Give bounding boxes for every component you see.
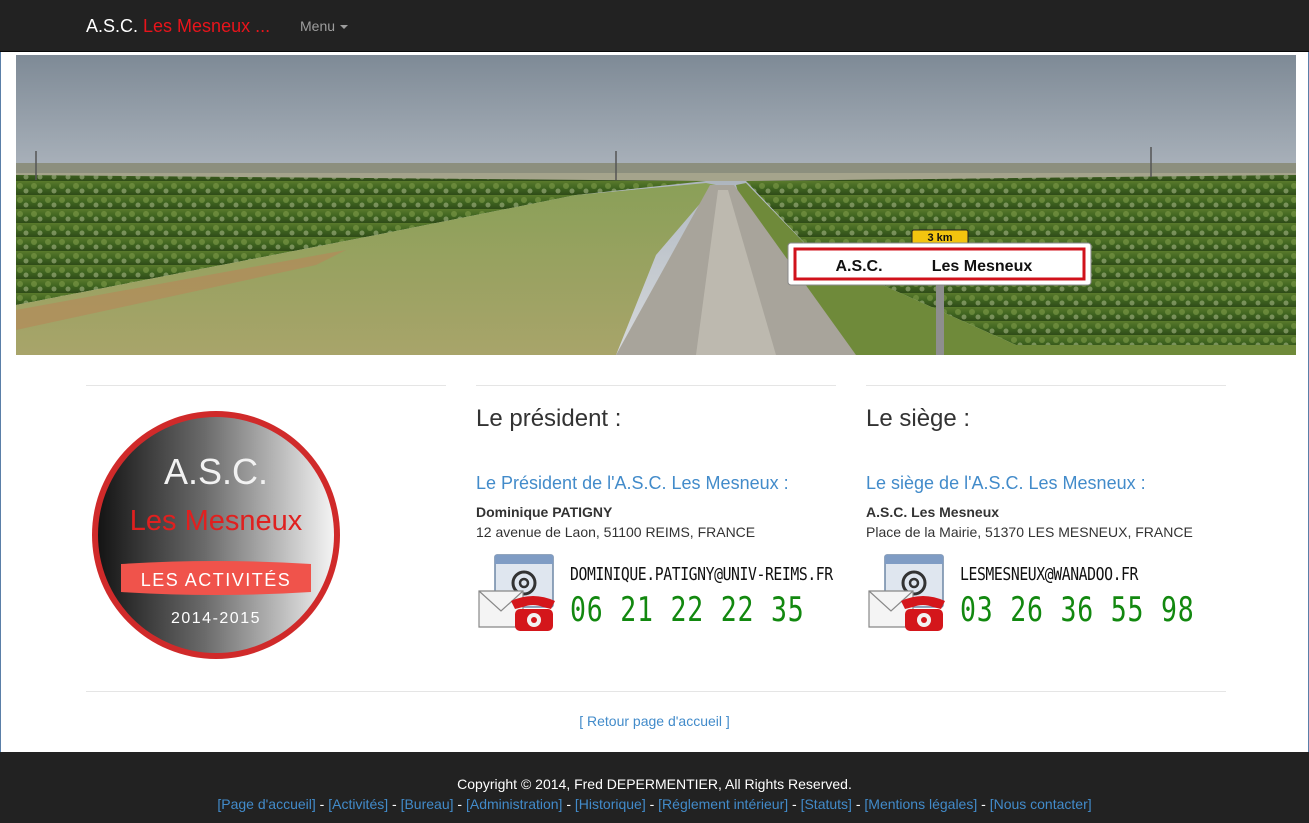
footer-link-historique[interactable]: [Historique] bbox=[575, 796, 646, 812]
siege-email[interactable]: LESMESNEUX@WANADOO.FR bbox=[960, 564, 1138, 585]
brand-highlight: Les Mesneux ... bbox=[143, 16, 271, 36]
footer-link-activites[interactable]: [Activités] bbox=[328, 796, 388, 812]
footer-separator: - bbox=[977, 796, 990, 812]
siege-address: Place de la Mairie, 51370 LES MESNEUX, F… bbox=[866, 524, 1193, 540]
divider bbox=[866, 385, 1226, 386]
footer-separator: - bbox=[645, 796, 659, 812]
header-banner: 3 km A.S.C. Les Mesneux bbox=[16, 55, 1296, 355]
footer-link-reglement[interactable]: [Réglement intérieur] bbox=[658, 796, 788, 812]
sign-text-left: A.S.C. bbox=[835, 258, 882, 275]
footer-separator: - bbox=[562, 796, 575, 812]
president-subtitle: Le Président de l'A.S.C. Les Mesneux : bbox=[476, 473, 789, 493]
president-phone: 06 21 22 22 35 bbox=[570, 590, 805, 630]
footer-link-bureau[interactable]: [Bureau] bbox=[401, 796, 454, 812]
siege-name: A.S.C. Les Mesneux bbox=[866, 504, 1000, 520]
email-phone-icon bbox=[868, 554, 945, 631]
footer-link-contact[interactable]: [Nous contacter] bbox=[990, 796, 1092, 812]
menu-label: Menu bbox=[300, 18, 336, 34]
asc-logo: A.S.C. Les Mesneux LES ACTIVITÉS 2014-20… bbox=[92, 411, 340, 659]
president-address: 12 avenue de Laon, 51100 REIMS, FRANCE bbox=[476, 524, 756, 540]
back-home-link[interactable]: [ Retour page d'accueil ] bbox=[0, 713, 1309, 729]
logo-years: 2014-2015 bbox=[171, 610, 261, 627]
brand-link[interactable]: A.S.C. Les Mesneux ... bbox=[86, 16, 270, 37]
president-title: Le président : bbox=[476, 405, 622, 432]
siege-phone: 03 26 36 55 98 bbox=[960, 590, 1195, 630]
divider bbox=[86, 691, 1226, 692]
footer-separator: - bbox=[851, 796, 865, 812]
footer-separator: - bbox=[388, 796, 401, 812]
siege-title: Le siège : bbox=[866, 405, 971, 432]
logo-line2: Les Mesneux bbox=[130, 505, 303, 537]
footer-separator: - bbox=[453, 796, 466, 812]
footer-link-mentions[interactable]: [Mentions légales] bbox=[864, 796, 977, 812]
caret-down-icon bbox=[340, 25, 349, 30]
email-phone-icon bbox=[478, 554, 555, 631]
copyright-text: Copyright © 2014, Fred DEPERMENTIER, All… bbox=[457, 776, 852, 792]
footer-link-accueil[interactable]: [Page d'accueil] bbox=[217, 796, 315, 812]
president-name: Dominique PATIGNY bbox=[476, 504, 613, 520]
footer: Copyright © 2014, Fred DEPERMENTIER, All… bbox=[0, 752, 1309, 823]
footer-link-statuts[interactable]: [Statuts] bbox=[801, 796, 852, 812]
footer-separator: - bbox=[788, 796, 801, 812]
menu-dropdown[interactable]: Menu bbox=[300, 18, 349, 34]
logo-ribbon: LES ACTIVITÉS bbox=[141, 570, 292, 590]
divider bbox=[86, 385, 446, 386]
sign-distance-text: 3 km bbox=[927, 232, 952, 244]
footer-links: [Page d'accueil] - [Activités] - [Bureau… bbox=[0, 796, 1309, 812]
footer-link-administration[interactable]: [Administration] bbox=[466, 796, 562, 812]
siege-subtitle: Le siège de l'A.S.C. Les Mesneux : bbox=[866, 473, 1146, 493]
logo-line1: A.S.C. bbox=[164, 451, 268, 492]
vineyard-road-image: 3 km A.S.C. Les Mesneux bbox=[16, 55, 1296, 355]
brand-prefix: A.S.C. bbox=[86, 16, 139, 36]
top-navbar: A.S.C. Les Mesneux ... Menu bbox=[0, 0, 1309, 52]
sign-text-right: Les Mesneux bbox=[932, 258, 1033, 275]
divider bbox=[476, 385, 836, 386]
president-email[interactable]: DOMINIQUE.PATIGNY@UNIV-REIMS.FR bbox=[570, 564, 833, 585]
footer-separator: - bbox=[315, 796, 329, 812]
